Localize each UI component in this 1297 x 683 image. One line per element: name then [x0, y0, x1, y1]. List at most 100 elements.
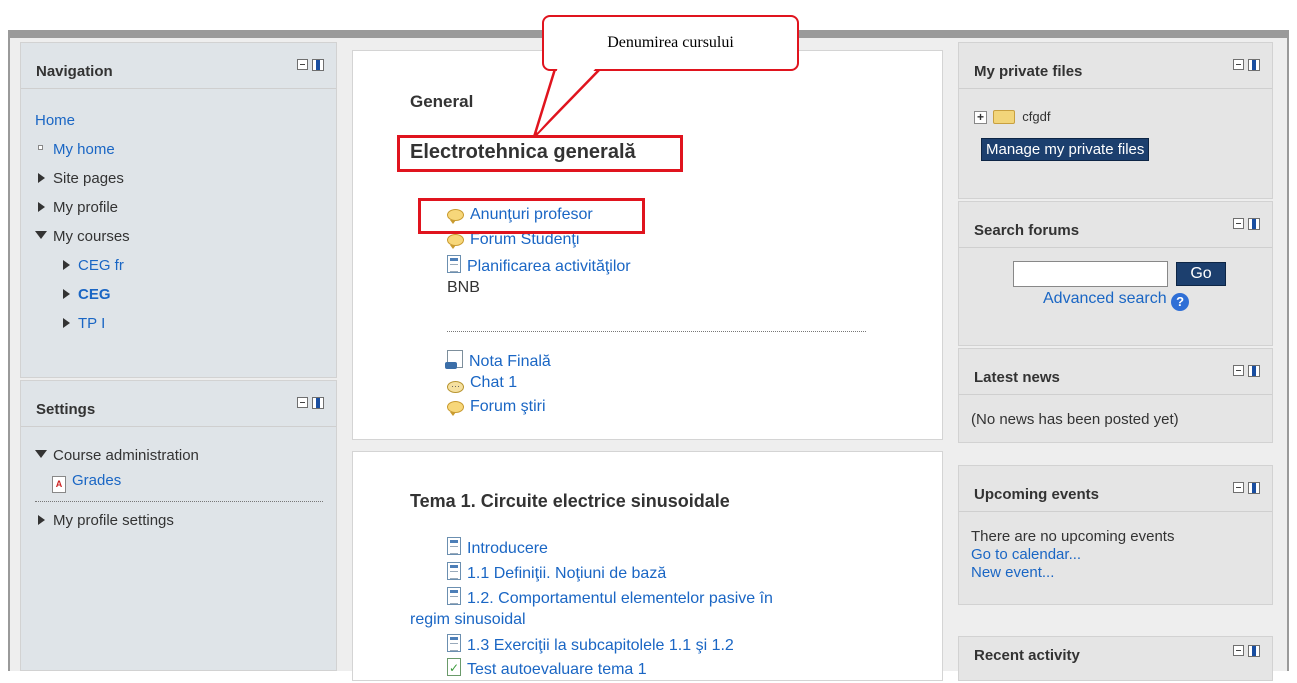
page-icon [447, 634, 461, 652]
activity-link[interactable]: Test autoevaluare tema 1 [467, 661, 647, 678]
profile-settings-label: My profile settings [53, 512, 174, 529]
recent-activity-title: Recent activity [974, 647, 1080, 664]
latest-news-controls [1233, 365, 1260, 377]
activity-link[interactable]: Chat 1 [470, 374, 517, 391]
nav-item-ceg-fr[interactable]: CEG fr [35, 251, 336, 280]
nav-item-ceg[interactable]: CEG [35, 280, 336, 309]
window-frame-right [1287, 30, 1289, 671]
dock-block-icon[interactable] [312, 397, 324, 409]
topic1-introducere[interactable]: Introducere [447, 537, 548, 559]
section-divider [447, 331, 866, 332]
expand-arrow-icon[interactable] [63, 318, 70, 328]
dock-block-icon[interactable] [312, 59, 324, 71]
settings-item-grades[interactable]: A Grades [35, 468, 336, 493]
hide-block-icon[interactable] [1233, 482, 1244, 493]
expand-arrow-icon[interactable] [38, 515, 45, 525]
private-files-block: My private files + cfgdf Manage my priva… [958, 42, 1273, 199]
topic1-test[interactable]: Test autoevaluare tema 1 [447, 658, 647, 680]
dock-block-icon[interactable] [1248, 218, 1260, 230]
page-icon [447, 562, 461, 580]
dock-block-icon[interactable] [1248, 59, 1260, 71]
latest-news-title: Latest news [974, 369, 1060, 386]
settings-item-profile-settings[interactable]: My profile settings [38, 509, 174, 533]
latest-news-block: Latest news (No news has been posted yet… [958, 348, 1273, 443]
expand-arrow-icon[interactable] [38, 202, 45, 212]
expand-arrow-icon[interactable] [63, 289, 70, 299]
hide-block-icon[interactable] [1233, 59, 1244, 70]
topic1-comportamentul[interactable]: 1.2. Comportamentul elementelor pasive î… [447, 587, 773, 609]
expand-folder-icon[interactable]: + [974, 111, 987, 124]
hide-block-icon[interactable] [297, 59, 308, 70]
navigation-block-header: Navigation [21, 43, 336, 89]
activity-planificarea[interactable]: Planificarea activităţilor [447, 255, 631, 277]
nav-item-my-home[interactable]: My home [35, 135, 336, 164]
nav-my-profile-label: My profile [53, 199, 119, 216]
hide-block-icon[interactable] [1233, 365, 1244, 376]
folder-row[interactable]: + cfgdf [974, 109, 1050, 124]
navigation-title: Navigation [36, 63, 113, 80]
dock-block-icon[interactable] [1248, 365, 1260, 377]
hide-block-icon[interactable] [1233, 218, 1244, 229]
topic1-comportamentul-cont[interactable]: regim sinusoidal [410, 610, 526, 630]
recent-activity-block: Recent activity [958, 636, 1273, 681]
go-to-calendar-link[interactable]: Go to calendar... [971, 546, 1081, 563]
activity-link[interactable]: Planificarea activităţilor [467, 258, 631, 275]
forum-icon [447, 401, 464, 416]
label-bnb: BNB [447, 279, 480, 296]
topic1-definitii[interactable]: 1.1 Definiţii. Noţiuni de bază [447, 562, 666, 584]
topic1-exercitii[interactable]: 1.3 Exerciţii la subcapitolele 1.1 şi 1.… [447, 634, 734, 656]
activity-chat[interactable]: ··· Chat 1 [447, 373, 517, 393]
upcoming-events-header: Upcoming events [959, 466, 1272, 512]
nav-my-home-link[interactable]: My home [53, 141, 115, 158]
grades-icon: A [52, 476, 66, 493]
activity-link[interactable]: 1.2. Comportamentul elementelor pasive î… [467, 590, 773, 607]
activity-link[interactable]: Nota Finală [469, 353, 551, 370]
activity-link[interactable]: 1.1 Definiţii. Noţiuni de bază [467, 565, 666, 582]
new-event-link[interactable]: New event... [971, 564, 1054, 581]
activity-link[interactable]: regim sinusoidal [410, 611, 526, 628]
search-forums-title: Search forums [974, 222, 1080, 239]
hide-block-icon[interactable] [1233, 645, 1244, 656]
activity-link[interactable]: Introducere [467, 540, 548, 557]
expand-arrow-icon[interactable] [63, 260, 70, 270]
settings-item-course-admin[interactable]: Course administration [35, 443, 336, 468]
nav-item-my-profile[interactable]: My profile [35, 193, 336, 222]
activity-forum-stiri[interactable]: Forum ştiri [447, 397, 546, 417]
navigation-block: Navigation Home My home Site pages My pr… [20, 42, 337, 378]
folder-icon [992, 110, 1015, 124]
hide-block-icon[interactable] [297, 397, 308, 408]
nav-item-home[interactable]: Home [35, 106, 336, 135]
manage-private-files-button[interactable]: Manage my private files [981, 138, 1150, 161]
expand-arrow-icon[interactable] [38, 173, 45, 183]
nav-item-tp-i[interactable]: TP I [35, 309, 336, 338]
grades-link[interactable]: Grades [72, 472, 121, 489]
page-icon [447, 587, 461, 605]
folder-name[interactable]: cfgdf [1022, 109, 1050, 124]
nav-item-my-courses[interactable]: My courses [35, 222, 336, 251]
activity-nota-finala[interactable]: Nota Finală [445, 350, 551, 372]
dock-block-icon[interactable] [1248, 645, 1260, 657]
nav-home-link[interactable]: Home [35, 112, 75, 129]
search-go-button[interactable]: Go [1176, 262, 1226, 286]
course-link-tp-i[interactable]: TP I [78, 315, 105, 332]
topic-1-title: Tema 1. Circuite electrice sinusoidale [410, 491, 730, 511]
nav-my-courses-label: My courses [53, 228, 130, 245]
dock-block-icon[interactable] [1248, 482, 1260, 494]
course-link-ceg-fr[interactable]: CEG fr [78, 257, 124, 274]
collapse-arrow-icon[interactable] [35, 450, 47, 458]
assignment-icon [445, 350, 463, 369]
search-forums-controls [1233, 218, 1260, 230]
advanced-search-row[interactable]: Advanced search ? [1043, 290, 1190, 311]
latest-news-header: Latest news [959, 349, 1272, 395]
activity-link[interactable]: 1.3 Exerciţii la subcapitolele 1.1 şi 1.… [467, 637, 734, 654]
collapse-arrow-icon[interactable] [35, 231, 47, 239]
activity-link[interactable]: Forum ştiri [470, 398, 546, 415]
highlight-course-name [397, 135, 683, 172]
search-forums-input[interactable] [1013, 261, 1168, 287]
nav-item-site-pages[interactable]: Site pages [35, 164, 336, 193]
help-icon[interactable]: ? [1171, 293, 1190, 311]
course-link-ceg[interactable]: CEG [78, 286, 111, 303]
course-admin-label: Course administration [53, 447, 199, 464]
highlight-anunturi-profesor [418, 198, 645, 234]
advanced-search-link[interactable]: Advanced search [1043, 290, 1167, 307]
